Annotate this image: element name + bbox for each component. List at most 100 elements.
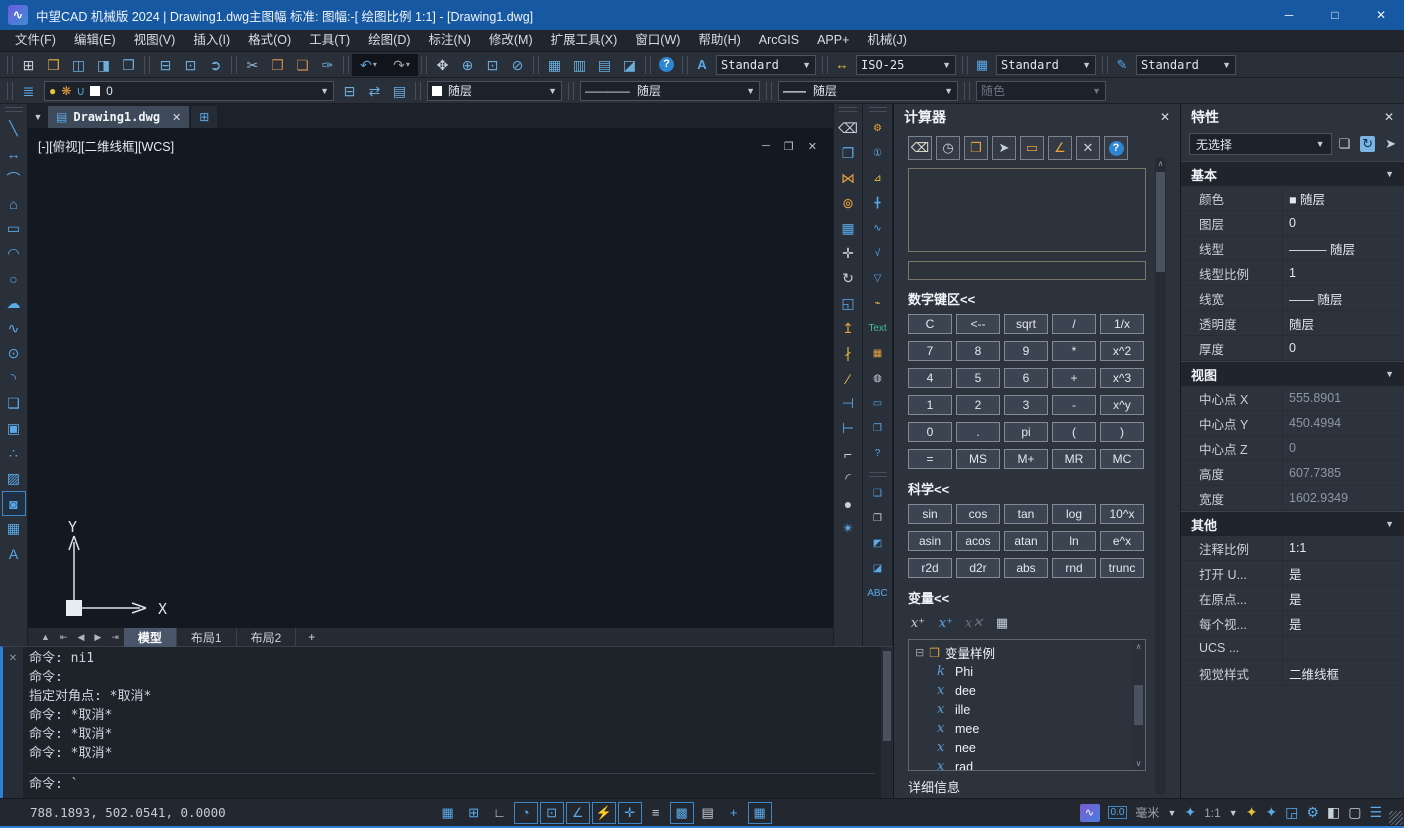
calc-key[interactable]: =	[908, 449, 952, 469]
detail-view-icon[interactable]: ①	[866, 141, 890, 166]
properties-palette-icon[interactable]: ▦	[542, 54, 567, 76]
tab-last-icon[interactable]: ⇥	[106, 632, 124, 643]
layer-previous-icon[interactable]: ⇄	[362, 80, 387, 102]
layer-lock-icon[interactable]: ∪	[76, 84, 85, 98]
calc-key[interactable]: (	[1052, 422, 1096, 442]
close-command-icon[interactable]: ✕	[9, 653, 17, 798]
calc-key[interactable]: pi	[1004, 422, 1048, 442]
calc-key[interactable]: r2d	[908, 558, 952, 578]
draw-order-back-icon[interactable]: ❐	[866, 506, 890, 531]
calc-key[interactable]: 7	[908, 341, 952, 361]
array-icon[interactable]: ▦	[836, 216, 860, 241]
weld-symbol-icon[interactable]: ⌁	[866, 291, 890, 316]
calc-key[interactable]: +	[1052, 368, 1096, 388]
mirror-icon[interactable]: ⋈	[836, 166, 860, 191]
save-all-icon[interactable]: ❐	[116, 54, 141, 76]
pan-icon[interactable]: ✥	[430, 54, 455, 76]
calc-key[interactable]: x^3	[1100, 368, 1144, 388]
plot-icon[interactable]: ⊟	[153, 54, 178, 76]
rotate-icon[interactable]: ↻	[836, 266, 860, 291]
break-icon[interactable]: ∕	[836, 366, 860, 391]
child-close-icon[interactable]: ✕	[808, 140, 817, 153]
layer-combo[interactable]: ● ❋ ∪ 0 ▼	[44, 81, 334, 101]
ortho-icon[interactable]: ∟	[488, 802, 512, 824]
lineweight-icon[interactable]: ≡	[644, 802, 668, 824]
get-coordinates-icon[interactable]: ➤	[992, 136, 1016, 160]
history-icon[interactable]: ◷	[936, 136, 960, 160]
annotation-refresh-icon[interactable]: ▦	[748, 802, 772, 824]
calc-key[interactable]: 8	[956, 341, 1000, 361]
calc-key[interactable]: sqrt	[1004, 314, 1048, 334]
offset-icon[interactable]: ⊚	[836, 191, 860, 216]
mleader-style-icon[interactable]: ✎	[1111, 57, 1133, 73]
calc-key[interactable]: 2	[956, 395, 1000, 415]
fullscreen-icon[interactable]: ▢	[1348, 804, 1361, 821]
toolbar-grip[interactable]	[7, 82, 13, 100]
point-icon[interactable]: ∴	[2, 441, 26, 466]
sheet-set-icon[interactable]: ❐	[866, 416, 890, 441]
break-at-point-icon[interactable]: ∤	[836, 341, 860, 366]
calc-key[interactable]: e^x	[1100, 531, 1144, 551]
calc-help-icon[interactable]: ?	[1104, 136, 1128, 160]
calc-key[interactable]: MC	[1100, 449, 1144, 469]
section-header-view[interactable]: 视图 ▼	[1181, 361, 1404, 386]
title-block-icon[interactable]: ▭	[866, 391, 890, 416]
lineweight-combo[interactable]: —— 随层 ▼	[778, 81, 958, 101]
toolbar-grip[interactable]	[869, 472, 887, 477]
new-file-icon[interactable]: ⊞	[16, 54, 41, 76]
dynamic-ucs-icon[interactable]: ⚡	[592, 802, 616, 824]
unit-precision-badge[interactable]: 0.0	[1108, 806, 1128, 819]
section-header-basic[interactable]: 基本 ▼	[1181, 161, 1404, 186]
menu-item[interactable]: 插入(I)	[184, 30, 239, 51]
object-snap-tracking-icon[interactable]: ∠	[566, 802, 590, 824]
variable-item[interactable]: x ille	[915, 700, 1131, 719]
calc-key[interactable]: )	[1100, 422, 1144, 442]
calc-key[interactable]: 0	[908, 422, 952, 442]
calc-key[interactable]: 3	[1004, 395, 1048, 415]
menu-item[interactable]: APP+	[808, 30, 858, 51]
toolbar-grip[interactable]	[839, 107, 857, 112]
balloon-icon[interactable]: ◍	[866, 366, 890, 391]
calc-key[interactable]: 1/x	[1100, 314, 1144, 334]
calc-key[interactable]: x^y	[1100, 395, 1144, 415]
chevron-down-icon[interactable]: ▼	[1316, 139, 1325, 149]
calc-key[interactable]: rnd	[1052, 558, 1096, 578]
delete-variable-icon[interactable]: x✕	[964, 613, 984, 633]
region-icon[interactable]: ●	[836, 491, 860, 516]
markup-icon[interactable]: ◪	[617, 54, 642, 76]
scale-icon[interactable]: ◱	[836, 291, 860, 316]
command-history[interactable]: 命令: ni1命令:指定对角点: *取消*命令: *取消*命令: *取消*命令:…	[23, 647, 881, 798]
scroll-down-icon[interactable]: ∨	[1136, 759, 1142, 768]
calc-key[interactable]: 4	[908, 368, 952, 388]
chevron-down-icon[interactable]: ▼	[1385, 519, 1394, 529]
layer-states-manager-icon[interactable]: ▤	[387, 80, 412, 102]
selection-combo[interactable]: 无选择 ▼	[1189, 133, 1332, 155]
menu-item[interactable]: 绘图(D)	[359, 30, 419, 51]
draw-order-above-icon[interactable]: ◩	[866, 531, 890, 556]
new-variable-icon[interactable]: x⁺	[908, 613, 928, 633]
variable-item[interactable]: x mee	[915, 719, 1131, 738]
calc-key[interactable]: x^2	[1100, 341, 1144, 361]
settings-gear-icon[interactable]: ⚙	[1306, 804, 1319, 821]
save-as-icon[interactable]: ◨	[91, 54, 116, 76]
variable-item[interactable]: k Phi	[915, 662, 1131, 681]
scroll-up-icon[interactable]: ∧	[1136, 642, 1142, 651]
mleader-style-combo[interactable]: Standard▼	[1136, 55, 1236, 75]
measure-angle-icon[interactable]: ∠	[1048, 136, 1072, 160]
table-style-combo[interactable]: Standard▼	[996, 55, 1096, 75]
match-properties-icon[interactable]: ✑	[315, 54, 340, 76]
paste-to-command-icon[interactable]: ❐	[964, 136, 988, 160]
chevron-down-icon[interactable]: ▼	[1229, 808, 1238, 818]
text-tool-icon[interactable]: Text	[866, 316, 890, 341]
revcloud-icon[interactable]: ☁	[2, 291, 26, 316]
insert-block-icon[interactable]: ❏	[2, 391, 26, 416]
new-tab-button[interactable]: ⊞	[191, 106, 217, 128]
calc-key[interactable]: <--	[956, 314, 1000, 334]
menu-item[interactable]: 标注(N)	[420, 30, 480, 51]
zoom-realtime-icon[interactable]: ⊕	[455, 54, 480, 76]
centerline-icon[interactable]: ╋	[866, 191, 890, 216]
bom-table-icon[interactable]: ▦	[866, 341, 890, 366]
calc-input-field[interactable]	[908, 261, 1146, 280]
undo-icon[interactable]: ↶▾	[352, 54, 385, 76]
donut-icon[interactable]: ◙	[2, 491, 26, 516]
